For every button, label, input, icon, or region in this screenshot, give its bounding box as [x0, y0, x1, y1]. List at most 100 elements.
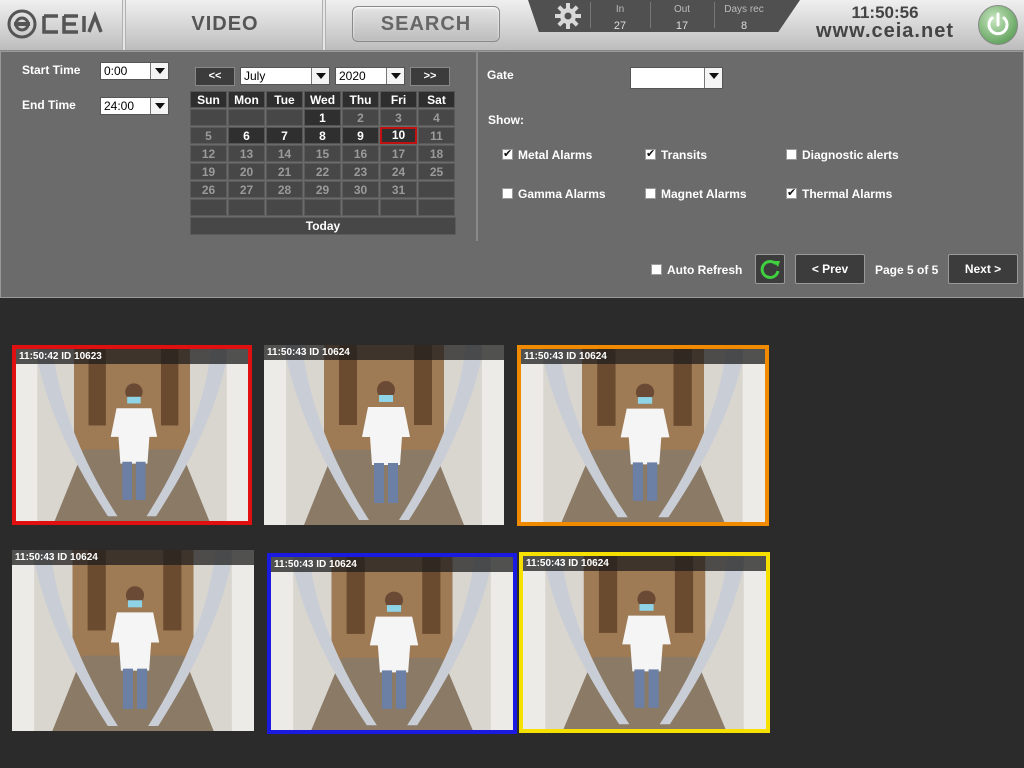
end-time-select[interactable]: 24:00 [100, 97, 169, 115]
show-option-label: Metal Alarms [518, 148, 593, 162]
calendar-day[interactable]: 12 [190, 145, 227, 162]
start-time-select[interactable]: 0:00 [100, 62, 169, 80]
search-filter-panel [0, 51, 1024, 298]
show-option-checkbox[interactable] [502, 188, 513, 199]
next-month-button[interactable]: >> [410, 67, 450, 86]
calendar-day[interactable]: 8 [304, 127, 341, 144]
calendar-day[interactable]: 21 [266, 163, 303, 180]
show-option-label: Gamma Alarms [518, 187, 606, 201]
weekday-header: Sat [418, 91, 455, 108]
calendar-day[interactable]: 17 [380, 145, 417, 162]
chevron-down-icon[interactable] [311, 68, 329, 84]
nav-search-tab[interactable]: SEARCH [352, 6, 500, 42]
calendar-day[interactable]: 31 [380, 181, 417, 198]
calendar-day[interactable]: 9 [342, 127, 379, 144]
weekday-header: Mon [228, 91, 265, 108]
weekday-header: Wed [304, 91, 341, 108]
calendar-empty-cell [342, 199, 379, 216]
stat-out: Out 17 [652, 0, 712, 32]
calendar-empty-cell [190, 109, 227, 126]
calendar-day[interactable]: 29 [304, 181, 341, 198]
calendar-empty-cell [304, 199, 341, 216]
calendar-day[interactable]: 24 [380, 163, 417, 180]
calendar-day[interactable]: 13 [228, 145, 265, 162]
auto-refresh-checkbox[interactable] [651, 264, 662, 275]
calendar-day[interactable]: 27 [228, 181, 265, 198]
start-time-label: Start Time [22, 63, 81, 77]
event-thumbnail[interactable]: 11:50:42 ID 10623 [12, 345, 252, 525]
calendar-day[interactable]: 3 [380, 109, 417, 126]
stat-out-value: 17 [675, 20, 689, 32]
start-time-value: 0:00 [104, 64, 128, 78]
month-value: July [244, 69, 266, 83]
month-select[interactable]: July [240, 67, 330, 85]
nav-video-tab[interactable]: VIDEO [130, 6, 320, 42]
chevron-down-icon[interactable] [386, 68, 404, 84]
calendar-day[interactable]: 7 [266, 127, 303, 144]
weekday-header: Fri [380, 91, 417, 108]
stat-days-rec: Days rec 8 [714, 0, 774, 32]
calendar-day[interactable]: 26 [190, 181, 227, 198]
gate-label: Gate [487, 68, 514, 82]
calendar-day[interactable]: 11 [418, 127, 455, 144]
show-option-label: Magnet Alarms [661, 187, 747, 201]
calendar-day[interactable]: 6 [228, 127, 265, 144]
thumbnail-caption: 11:50:42 ID 10623 [16, 349, 248, 364]
show-option-checkbox[interactable] [645, 188, 656, 199]
calendar-day[interactable]: 5 [190, 127, 227, 144]
calendar-day[interactable]: 18 [418, 145, 455, 162]
calendar-day[interactable]: 20 [228, 163, 265, 180]
calendar-day[interactable]: 2 [342, 109, 379, 126]
end-time-value: 24:00 [104, 99, 135, 113]
weekday-header: Tue [266, 91, 303, 108]
today-button[interactable]: Today [190, 217, 456, 235]
next-page-button[interactable]: Next > [948, 254, 1018, 284]
calendar-day[interactable]: 25 [418, 163, 455, 180]
event-thumbnail[interactable]: 11:50:43 ID 10624 [267, 553, 517, 734]
gate-select[interactable] [630, 67, 723, 89]
event-thumbnail[interactable]: 11:50:43 ID 10624 [519, 552, 770, 733]
calendar-day[interactable]: 10 [380, 127, 417, 144]
calendar-day[interactable]: 22 [304, 163, 341, 180]
calendar-empty-cell [228, 199, 265, 216]
thumbnail-caption: 11:50:43 ID 10624 [521, 349, 765, 364]
page-indicator: Page 5 of 5 [875, 263, 939, 277]
show-option-checkbox[interactable] [645, 147, 656, 160]
calendar-empty-cell [190, 199, 227, 216]
auto-refresh-label: Auto Refresh [667, 263, 743, 277]
prev-month-button[interactable]: << [195, 67, 235, 86]
refresh-button[interactable] [755, 254, 785, 284]
event-thumbnail[interactable]: 11:50:43 ID 10624 [12, 550, 254, 731]
calendar-day[interactable]: 14 [266, 145, 303, 162]
calendar-day[interactable]: 30 [342, 181, 379, 198]
calendar-day[interactable]: 4 [418, 109, 455, 126]
weekday-header: Sun [190, 91, 227, 108]
show-option-checkbox[interactable] [502, 147, 513, 160]
calendar-day[interactable]: 23 [342, 163, 379, 180]
chevron-down-icon[interactable] [150, 98, 168, 114]
year-select[interactable]: 2020 [335, 67, 405, 85]
thumbnail-caption: 11:50:43 ID 10624 [523, 556, 766, 571]
show-option-checkbox[interactable] [786, 186, 797, 199]
calendar-empty-cell [266, 109, 303, 126]
calendar-empty-cell [228, 109, 265, 126]
thumbnail-caption: 11:50:43 ID 10624 [271, 557, 513, 572]
event-thumbnail[interactable]: 11:50:43 ID 10624 [264, 345, 504, 525]
show-option-checkbox[interactable] [786, 149, 797, 160]
stat-in: In 27 [590, 0, 650, 32]
calendar-day[interactable]: 19 [190, 163, 227, 180]
prev-page-button[interactable]: < Prev [795, 254, 865, 284]
thumbnail-caption: 11:50:43 ID 10624 [264, 345, 504, 360]
chevron-down-icon[interactable] [150, 63, 168, 79]
stat-divider [650, 2, 651, 28]
power-icon[interactable] [978, 5, 1018, 45]
calendar-day[interactable]: 1 [304, 109, 341, 126]
event-thumbnail[interactable]: 11:50:43 ID 10624 [517, 345, 769, 526]
gear-icon[interactable] [554, 2, 582, 35]
calendar-empty-cell [418, 181, 455, 198]
calendar-day[interactable]: 28 [266, 181, 303, 198]
calendar-day[interactable]: 16 [342, 145, 379, 162]
calendar-day[interactable]: 15 [304, 145, 341, 162]
website-url: www.ceia.net [816, 20, 954, 42]
chevron-down-icon[interactable] [704, 68, 722, 88]
